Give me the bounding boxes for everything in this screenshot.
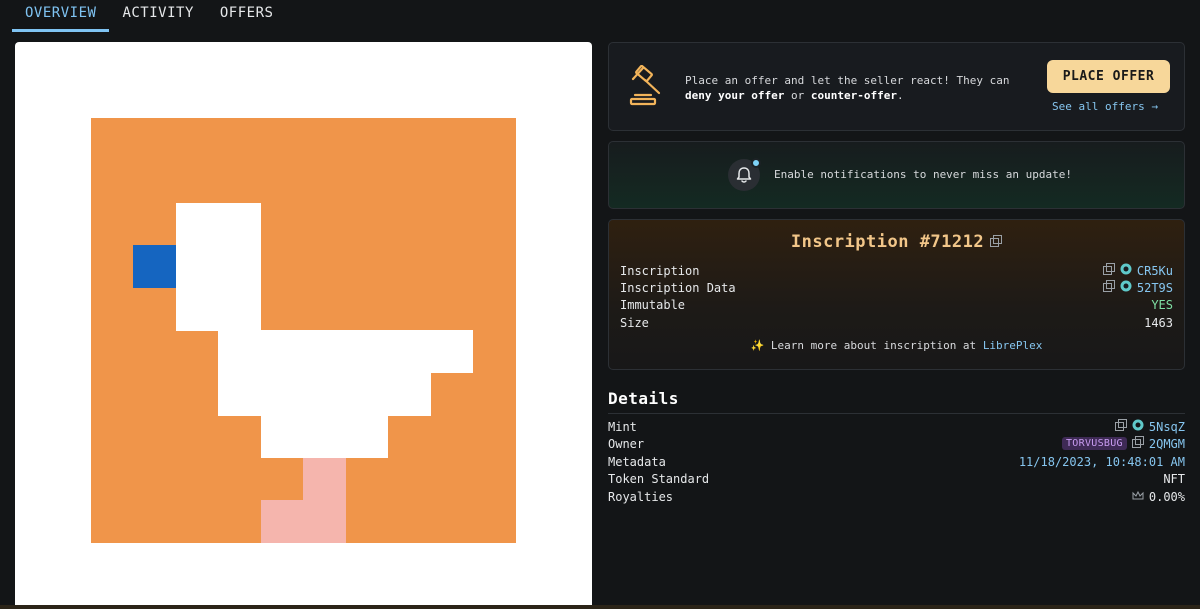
inscription-data-row: Inscription Data 52T9S: [620, 279, 1173, 296]
goose-beak: [133, 245, 176, 288]
bottom-edge: [0, 605, 1200, 609]
immutable-value: YES: [1151, 297, 1173, 312]
inscription-card: Inscription #71212 Inscription CR5Ku Ins…: [608, 219, 1185, 370]
bell-icon: [736, 167, 752, 183]
copy-icon[interactable]: [1102, 263, 1115, 278]
row-label: Inscription: [620, 263, 700, 278]
nft-artwork: [15, 42, 592, 609]
metadata-date-link[interactable]: 11/18/2023, 10:48:01 AM: [1019, 455, 1185, 469]
gavel-icon: [629, 65, 661, 106]
row-label: Owner: [608, 436, 645, 451]
row-label: Immutable: [620, 297, 686, 312]
offer-counter-text: counter-offer: [810, 89, 897, 102]
inscription-title: Inscription #71212: [790, 232, 985, 252]
inscription-data-link[interactable]: 52T9S: [1137, 281, 1173, 295]
row-label: Metadata: [608, 454, 666, 469]
offer-card: Place an offer and let the seller react!…: [608, 42, 1185, 131]
row-value: CR5Ku: [1102, 263, 1173, 278]
row-label: Mint: [608, 419, 637, 434]
metadata-row: Metadata 11/18/2023, 10:48:01 AM: [608, 453, 1185, 470]
row-value: 52T9S: [1102, 280, 1173, 295]
mint-row: Mint 5NsqZ: [608, 418, 1185, 435]
offer-text-line2: deny your offer or counter-offer.: [685, 88, 1025, 103]
goose-leg: [303, 458, 346, 501]
owner-row: Owner TORVUSBUG 2QMGM: [608, 435, 1185, 452]
copy-icon[interactable]: [1131, 436, 1144, 451]
offer-or-text: or: [784, 89, 811, 102]
copy-icon[interactable]: [1102, 280, 1115, 295]
solana-explorer-icon[interactable]: [1120, 263, 1132, 278]
inscription-address-link[interactable]: CR5Ku: [1137, 264, 1173, 278]
row-label: Size: [620, 315, 649, 330]
crown-icon: [1132, 490, 1144, 504]
solana-explorer-icon[interactable]: [1132, 419, 1144, 434]
row-value: 5NsqZ: [1114, 419, 1185, 434]
offer-description: Place an offer and let the seller react!…: [685, 73, 1025, 103]
inscription-title-wrap: Inscription #71212: [609, 232, 1184, 252]
notification-text: Enable notifications to never miss an up…: [774, 168, 1073, 181]
goose-body: [218, 330, 473, 373]
offer-text-line1: Place an offer and let the seller react!…: [685, 74, 1010, 87]
learn-more: ✨ Learn more about inscription at LibreP…: [609, 339, 1184, 352]
enable-notifications-button[interactable]: [728, 158, 761, 191]
offer-period: .: [896, 89, 904, 102]
solana-explorer-icon[interactable]: [1120, 280, 1132, 295]
goose-belly: [261, 416, 388, 458]
see-all-offers-link[interactable]: See all offers →: [1052, 100, 1158, 113]
libreplex-link[interactable]: LibrePlex: [983, 339, 1043, 352]
divider: [608, 413, 1185, 414]
tab-overview[interactable]: OVERVIEW: [12, 0, 110, 32]
place-offer-button[interactable]: PLACE OFFER: [1047, 60, 1170, 93]
learn-more-text: ✨ Learn more about inscription at: [750, 339, 983, 352]
tab-offers[interactable]: OFFERS: [207, 0, 287, 32]
goose-foot: [261, 500, 346, 543]
royalties-row: Royalties 0.00%: [608, 488, 1185, 505]
row-value: 0.00%: [1132, 490, 1185, 504]
mint-address-link[interactable]: 5NsqZ: [1149, 420, 1185, 434]
owner-name-badge[interactable]: TORVUSBUG: [1061, 437, 1127, 450]
notification-card: Enable notifications to never miss an up…: [608, 141, 1185, 209]
goose-body-lower: [218, 373, 431, 416]
row-label: Royalties: [608, 489, 674, 504]
row-label: Inscription Data: [620, 280, 736, 295]
details-title: Details: [608, 389, 679, 408]
pixel-goose-image: [91, 118, 516, 543]
notification-dot: [751, 158, 761, 168]
row-value: TORVUSBUG 2QMGM: [1061, 436, 1185, 451]
royalties-value: 0.00%: [1148, 489, 1185, 504]
token-standard-row: Token Standard NFT: [608, 470, 1185, 487]
inscription-row: Inscription CR5Ku: [620, 262, 1173, 279]
copy-icon[interactable]: [990, 232, 1003, 252]
row-label: Token Standard: [608, 471, 710, 486]
token-standard-value: NFT: [1163, 471, 1185, 486]
size-value: 1463: [1144, 315, 1173, 330]
offer-deny-text: deny your offer: [685, 89, 785, 102]
size-row: Size 1463: [620, 314, 1173, 331]
immutable-row: Immutable YES: [620, 296, 1173, 313]
copy-icon[interactable]: [1114, 419, 1127, 434]
tab-bar: OVERVIEW ACTIVITY OFFERS: [12, 0, 286, 32]
tab-activity[interactable]: ACTIVITY: [109, 0, 206, 32]
owner-address-link[interactable]: 2QMGM: [1149, 437, 1185, 451]
